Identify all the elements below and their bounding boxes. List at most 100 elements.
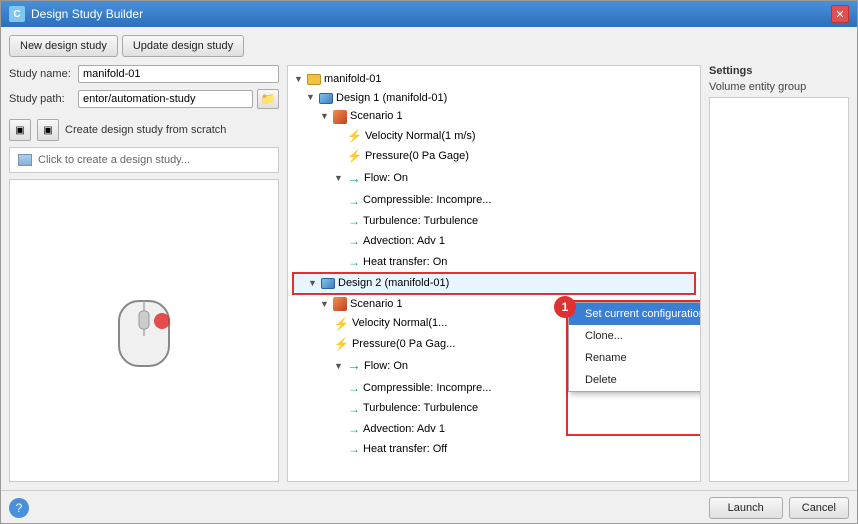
tree-root-label: manifold-01 bbox=[324, 70, 381, 89]
design2-row[interactable]: ▼ Design 2 (manifold-01) bbox=[292, 272, 696, 295]
browse-folder-button[interactable]: 📁 bbox=[257, 89, 279, 109]
scratch-btn-1[interactable]: ▣ bbox=[9, 119, 31, 141]
number-1-badge: 1 bbox=[554, 296, 576, 318]
pressure-d2-label: Pressure(0 Pa Gag... bbox=[352, 335, 455, 354]
heat-label-d1: Heat transfer: On bbox=[363, 253, 447, 272]
top-buttons: New design study Update design study bbox=[9, 35, 849, 57]
settings-box bbox=[709, 97, 849, 482]
click-hint-text: Click to create a design study... bbox=[38, 154, 190, 166]
velocity-label: Velocity Normal(1 m/s) bbox=[365, 127, 476, 146]
design2-icon bbox=[321, 278, 335, 289]
bottom-bar: ? Launch Cancel bbox=[1, 490, 857, 523]
flow-row-d1[interactable]: ▼ → Flow: On bbox=[292, 167, 696, 191]
advection-d2-label: Advection: Adv 1 bbox=[363, 420, 445, 439]
advection-d2-row: → Advection: Adv 1 bbox=[292, 419, 696, 439]
context-clone[interactable]: Clone... bbox=[569, 325, 701, 347]
heat-d2-label: Heat transfer: Off bbox=[363, 440, 447, 459]
velocity-d2-label: Velocity Normal(1... bbox=[352, 314, 447, 333]
pressure-row[interactable]: ⚡ Pressure(0 Pa Gage) bbox=[292, 146, 696, 166]
pressure-label: Pressure(0 Pa Gage) bbox=[365, 147, 469, 166]
middle-panel: ▼ manifold-01 ▼ Design 1 (manifold-01) ▼ bbox=[287, 65, 701, 482]
pressure-icon: ⚡ bbox=[347, 146, 362, 166]
comp-d2-icon: → bbox=[348, 378, 360, 398]
turbulence-label-d1: Turbulence: Turbulence bbox=[363, 212, 478, 231]
title-bar: C Design Study Builder ✕ bbox=[1, 1, 857, 27]
compress-d2-label: Compressible: Incompre... bbox=[363, 379, 491, 398]
context-rename[interactable]: Rename bbox=[569, 347, 701, 369]
context-menu: Set current configuration Clone... Renam… bbox=[568, 302, 701, 392]
app-icon: C bbox=[9, 6, 25, 22]
expand-icon-d1: ▼ bbox=[306, 90, 316, 105]
expand-icon-s1d2: ▼ bbox=[320, 297, 330, 312]
scenario1-d2-label: Scenario 1 bbox=[350, 295, 403, 314]
scratch-row: ▣ ▣ Create design study from scratch bbox=[9, 119, 279, 141]
study-path-input[interactable] bbox=[78, 90, 253, 108]
heat-d2-icon: → bbox=[348, 439, 360, 459]
adv-icon: → bbox=[348, 231, 360, 251]
folder-icon bbox=[307, 74, 321, 85]
click-hint-box[interactable]: Click to create a design study... bbox=[9, 147, 279, 173]
flow-label-d1: Flow: On bbox=[364, 169, 408, 188]
left-panel: Study name: Study path: 📁 ▣ ▣ Create des… bbox=[9, 65, 279, 482]
tree-view: ▼ manifold-01 ▼ Design 1 (manifold-01) ▼ bbox=[288, 66, 700, 481]
study-name-row: Study name: bbox=[9, 65, 279, 83]
context-set-current[interactable]: Set current configuration bbox=[569, 303, 701, 325]
context-delete[interactable]: Delete bbox=[569, 369, 701, 391]
preview-box bbox=[9, 179, 279, 482]
settings-label: Settings bbox=[709, 65, 849, 77]
param-icon: ⚡ bbox=[347, 126, 362, 146]
create-scratch-label: Create design study from scratch bbox=[65, 124, 226, 136]
flow-icon: → bbox=[347, 167, 361, 191]
main-window: C Design Study Builder ✕ New design stud… bbox=[0, 0, 858, 524]
heat-d2-row: → Heat transfer: Off bbox=[292, 439, 696, 459]
turbulence-d2-label: Turbulence: Turbulence bbox=[363, 399, 478, 418]
flow-d2-label: Flow: On bbox=[364, 357, 408, 376]
turb-d2-icon: → bbox=[348, 399, 360, 419]
expand-icon: ▼ bbox=[294, 72, 304, 87]
window-body: New design study Update design study Stu… bbox=[1, 27, 857, 490]
compress-label-d1: Compressible: Incompre... bbox=[363, 191, 491, 210]
study-path-label: Study path: bbox=[9, 93, 74, 105]
advection-label-d1: Advection: Adv 1 bbox=[363, 232, 445, 251]
study-name-input[interactable] bbox=[78, 65, 279, 83]
velocity-row[interactable]: ⚡ Velocity Normal(1 m/s) bbox=[292, 126, 696, 146]
compress-row-d1: → Compressible: Incompre... bbox=[292, 191, 696, 211]
scratch-btn-2[interactable]: ▣ bbox=[37, 119, 59, 141]
right-panel: Settings Volume entity group bbox=[709, 65, 849, 482]
turbulence-row-d1: → Turbulence: Turbulence bbox=[292, 211, 696, 231]
turb-icon: → bbox=[348, 211, 360, 231]
mouse-preview-icon bbox=[104, 281, 184, 381]
scenario1-d1-row[interactable]: ▼ Scenario 1 bbox=[292, 107, 696, 126]
scenario1-label: Scenario 1 bbox=[350, 107, 403, 126]
list-icon bbox=[18, 154, 32, 166]
update-design-study-button[interactable]: Update design study bbox=[122, 35, 244, 57]
flow-d2-icon: → bbox=[347, 354, 361, 378]
content-area: Study name: Study path: 📁 ▣ ▣ Create des… bbox=[9, 65, 849, 482]
design1-icon bbox=[319, 93, 333, 104]
new-design-study-button[interactable]: New design study bbox=[9, 35, 118, 57]
design1-label: Design 1 (manifold-01) bbox=[336, 89, 447, 108]
title-bar-left: C Design Study Builder bbox=[9, 6, 143, 22]
heat-row-d1: → Heat transfer: On bbox=[292, 252, 696, 272]
design2-label: Design 2 (manifold-01) bbox=[338, 274, 449, 293]
scenario1-icon bbox=[333, 110, 347, 124]
vel-d2-icon: ⚡ bbox=[334, 314, 349, 334]
scenario1-d2-icon bbox=[333, 297, 347, 311]
close-button[interactable]: ✕ bbox=[831, 5, 849, 23]
cancel-button[interactable]: Cancel bbox=[789, 497, 849, 519]
design1-row[interactable]: ▼ Design 1 (manifold-01) bbox=[292, 89, 696, 108]
tree-root[interactable]: ▼ manifold-01 bbox=[292, 70, 696, 89]
study-name-label: Study name: bbox=[9, 68, 74, 80]
pres-d2-icon: ⚡ bbox=[334, 334, 349, 354]
heat-icon: → bbox=[348, 252, 360, 272]
volume-entity-label: Volume entity group bbox=[709, 81, 849, 93]
expand-icon-s1: ▼ bbox=[320, 109, 330, 124]
expand-icon-d2: ▼ bbox=[308, 276, 318, 291]
help-button[interactable]: ? bbox=[9, 498, 29, 518]
window-title: Design Study Builder bbox=[31, 7, 143, 21]
expand-icon-flow: ▼ bbox=[334, 171, 344, 186]
study-path-row: Study path: 📁 bbox=[9, 89, 279, 109]
launch-button[interactable]: Launch bbox=[709, 497, 783, 519]
comp-icon: → bbox=[348, 191, 360, 211]
advection-row-d1: → Advection: Adv 1 bbox=[292, 231, 696, 251]
